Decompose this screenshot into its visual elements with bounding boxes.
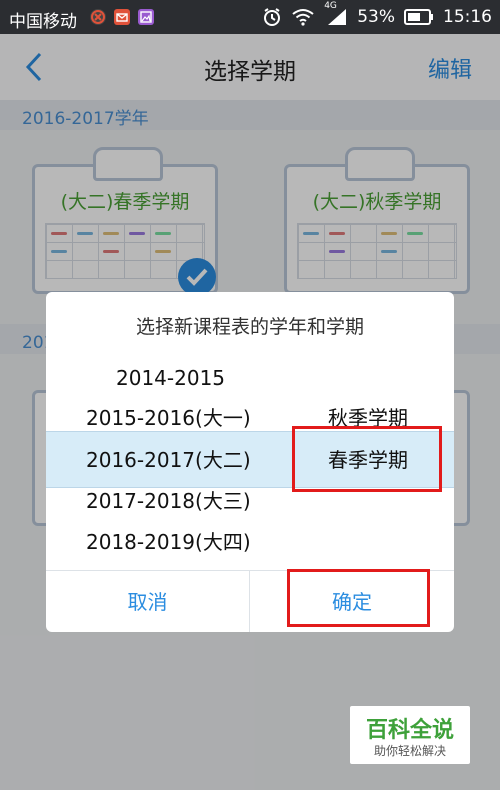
year-option[interactable]: 2015-2016(大一) [86, 398, 251, 438]
year-option[interactable]: 2018-2019(大四) [86, 522, 251, 562]
signal-icon: 4G [324, 1, 348, 27]
alarm-icon [262, 7, 282, 27]
highlight-box-confirm [287, 569, 430, 627]
watermark-subtitle: 助你轻松解决 [373, 744, 446, 758]
carrier-name: 中国移动 [9, 12, 77, 32]
clock: 15:16 [443, 7, 492, 27]
status-bar: 中国移动 4G 53% 15:16 [0, 0, 500, 34]
battery-percent: 53% [357, 7, 395, 27]
highlight-box-semester [292, 426, 442, 492]
dialog-title: 选择新课程表的学年和学期 [135, 316, 364, 338]
mail-icon [114, 9, 130, 25]
battery-icon [404, 9, 434, 25]
watermark-logo: 百科全说 助你轻松解决 [350, 706, 470, 764]
year-option[interactable]: 2014-2015 [116, 358, 225, 398]
wifi-icon [291, 8, 315, 26]
notification-icon-x [90, 9, 106, 25]
year-option-selected[interactable]: 2016-2017(大二) [86, 440, 251, 480]
cancel-button[interactable]: 取消 [46, 571, 249, 632]
watermark-title: 百科全说 [365, 718, 454, 743]
gallery-icon [138, 9, 154, 25]
year-option[interactable]: 2017-2018(大三) [86, 481, 251, 521]
